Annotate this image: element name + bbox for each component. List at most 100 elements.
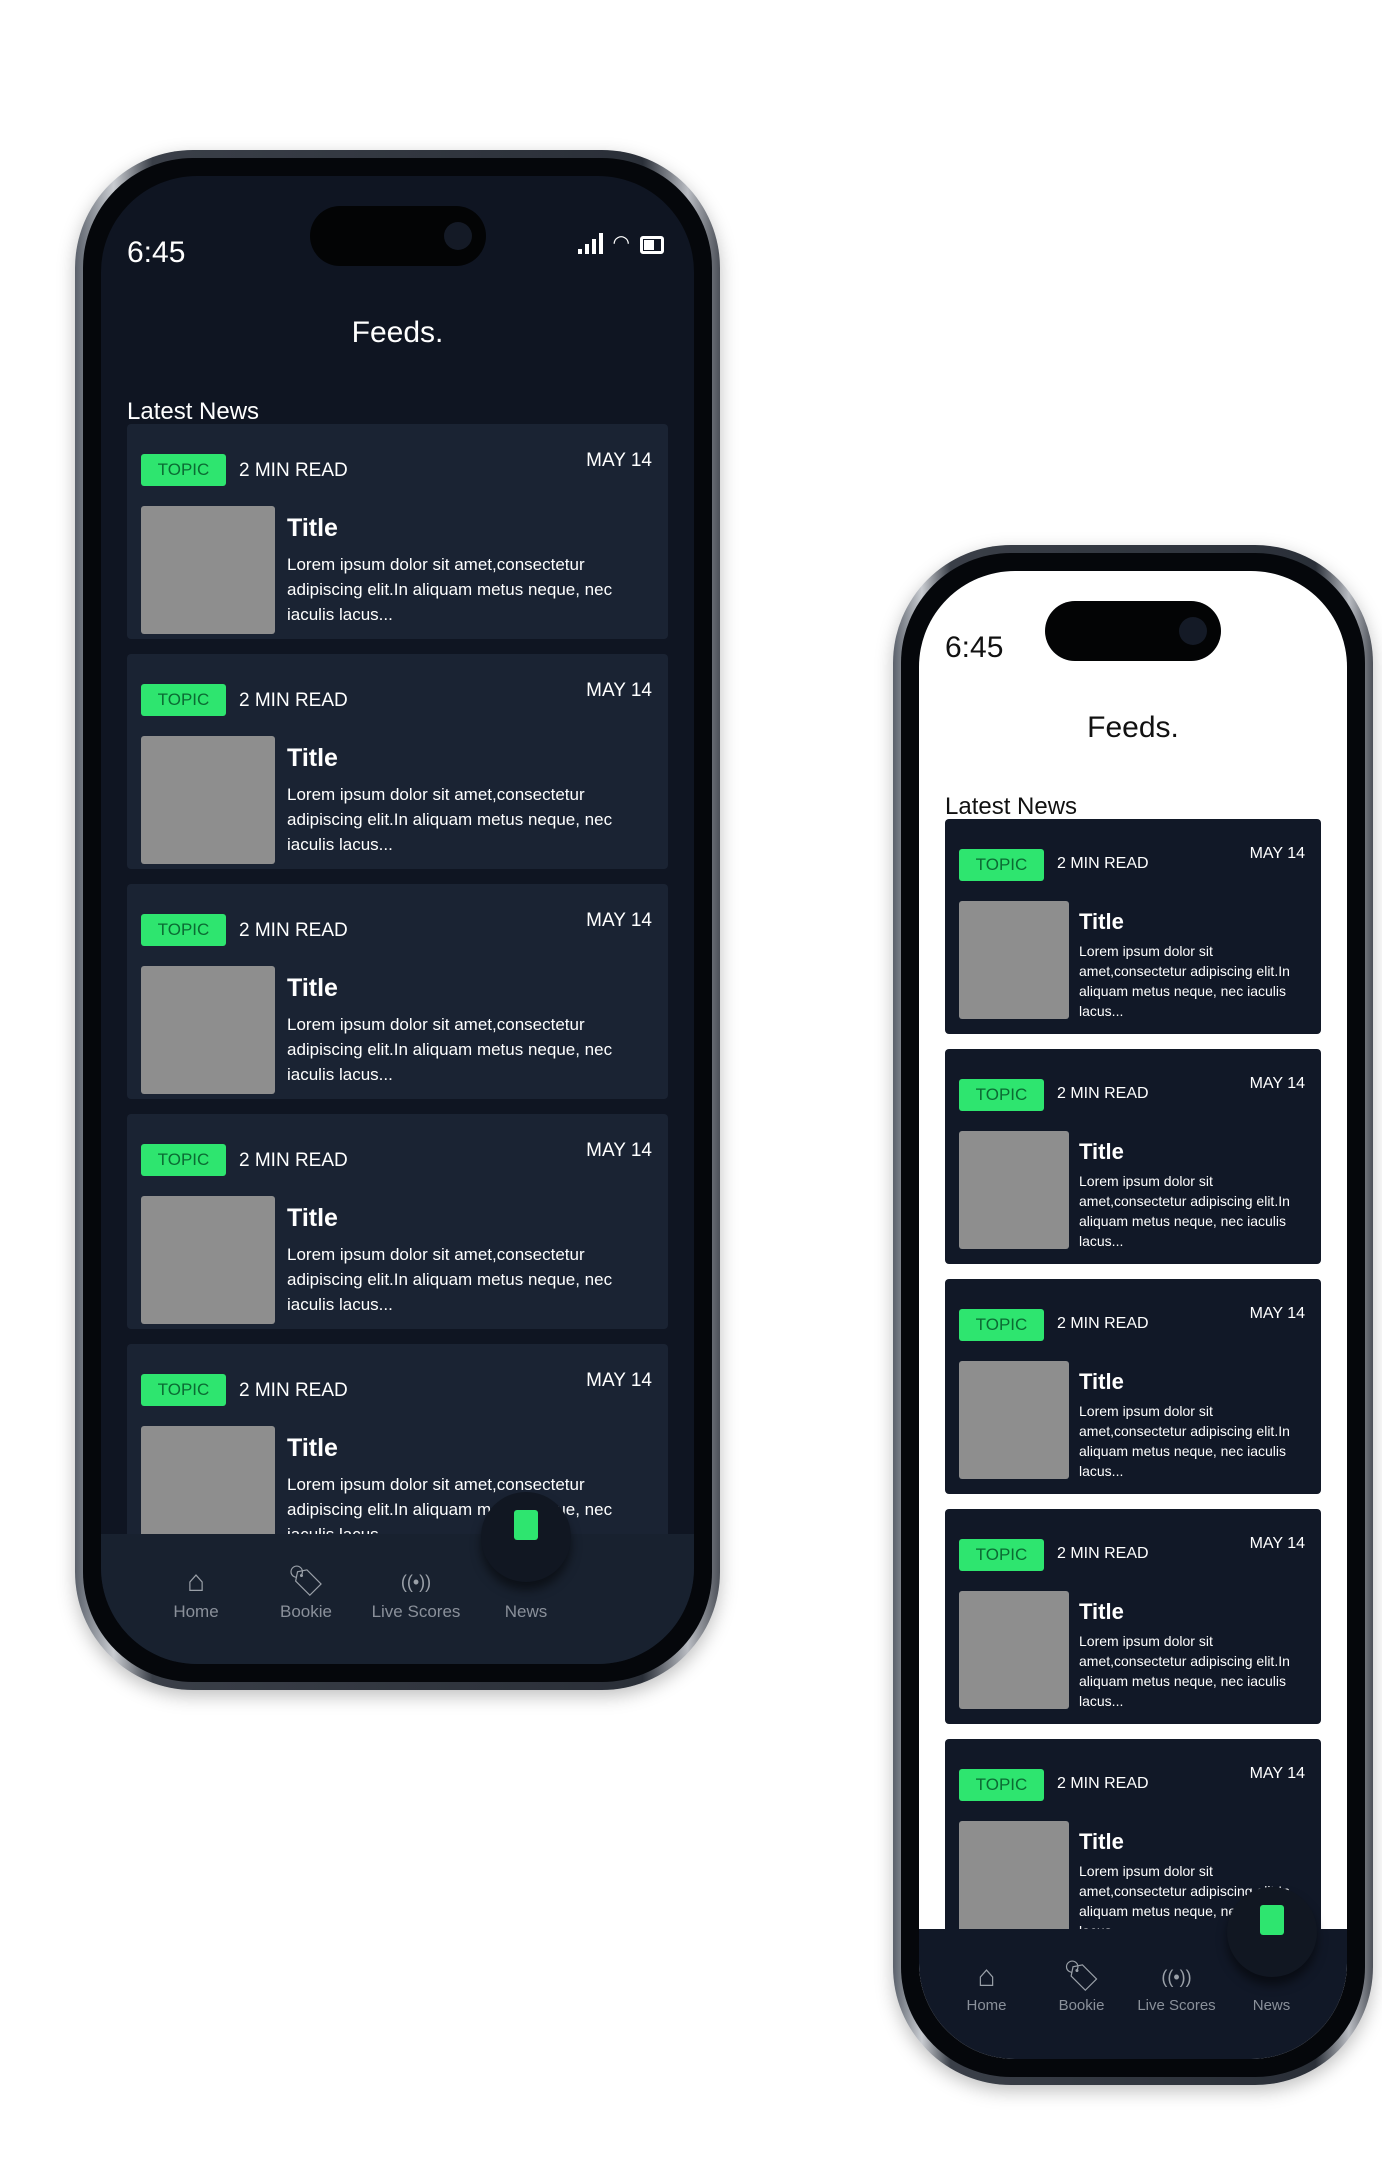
wifi-icon: ◠ [612, 232, 630, 254]
nav-item-news[interactable]: News [471, 1492, 581, 1664]
topic-badge: TOPIC [959, 1539, 1044, 1571]
card-title: Title [287, 744, 338, 772]
broadcast-icon: ((•)) [1161, 1967, 1192, 1987]
bezel: 6:45 Feeds. Latest News TOPIC 2 MIN READ… [901, 553, 1365, 2077]
date: MAY 14 [586, 680, 652, 701]
news-document-icon [1259, 1905, 1284, 1935]
bottom-nav: ⌂ Home 🏷 Bookie ((•)) Live Scores News [101, 1492, 694, 1664]
camera-icon [1179, 617, 1207, 645]
news-card[interactable]: TOPIC 2 MIN READ MAY 14 Title Lorem ipsu… [127, 884, 668, 1099]
date: MAY 14 [586, 1140, 652, 1161]
nav-item-bookie[interactable]: 🏷 Bookie [1034, 1929, 1129, 2059]
card-excerpt: Lorem ipsum dolor sit amet,consectetur a… [287, 785, 613, 854]
battery-icon [640, 236, 664, 254]
read-time: 2 MIN READ [1057, 1545, 1149, 1562]
thumbnail-image [959, 1821, 1069, 1939]
status-time: 6:45 [127, 236, 186, 269]
card-excerpt: Lorem ipsum dolor sit amet,consectetur a… [1079, 1633, 1290, 1709]
date: MAY 14 [1249, 1075, 1305, 1092]
thumbnail-image [959, 1591, 1069, 1709]
signal-icon [577, 232, 603, 254]
screen: 6:45 ◠ Feeds. Latest News TOPIC 2 MIN RE… [101, 176, 694, 1664]
read-time: 2 MIN READ [239, 690, 348, 711]
news-card[interactable]: TOPIC 2 MIN READ MAY 14 Title Lorem ipsu… [945, 1049, 1321, 1264]
broadcast-icon: ((•)) [400, 1572, 432, 1592]
nav-item-news[interactable]: News [1224, 1887, 1319, 2059]
card-excerpt: Lorem ipsum dolor sit amet,consectetur a… [287, 1015, 613, 1084]
read-time: 2 MIN READ [239, 1380, 348, 1401]
card-title: Title [1079, 1139, 1124, 1164]
news-card[interactable]: TOPIC 2 MIN READ MAY 14 Title Lorem ipsu… [127, 1114, 668, 1329]
nav-label: News [504, 1602, 548, 1621]
news-card[interactable]: TOPIC 2 MIN READ MAY 14 Title Lorem ipsu… [127, 424, 668, 639]
topic-badge: TOPIC [141, 914, 226, 946]
thumbnail-image [141, 966, 275, 1094]
status-icons: ◠ [577, 232, 664, 254]
camera-icon [443, 222, 472, 250]
phone-light: 6:45 Feeds. Latest News TOPIC 2 MIN READ… [893, 545, 1373, 2085]
dynamic-island [309, 206, 486, 266]
read-time: 2 MIN READ [239, 1150, 348, 1171]
news-document-icon [514, 1510, 538, 1540]
read-time: 2 MIN READ [1057, 855, 1149, 872]
read-time: 2 MIN READ [1057, 1085, 1149, 1102]
card-title: Title [1079, 1369, 1124, 1394]
thumbnail-image [959, 1361, 1069, 1479]
read-time: 2 MIN READ [239, 460, 348, 481]
page-title: Feeds. [1087, 711, 1179, 744]
nav-label: Bookie [1058, 1997, 1105, 2014]
nav-label: Live Scores [1137, 1997, 1216, 2014]
nav-label: Home [966, 1997, 1007, 2014]
card-title: Title [287, 1434, 338, 1462]
news-card[interactable]: TOPIC 2 MIN READ MAY 14 Title Lorem ipsu… [945, 819, 1321, 1034]
news-card[interactable]: TOPIC 2 MIN READ MAY 14 Title Lorem ipsu… [945, 1509, 1321, 1724]
news-fab[interactable] [481, 1492, 571, 1582]
tag-icon: 🏷 [1062, 1960, 1101, 1993]
news-fab[interactable] [1226, 1887, 1317, 1977]
topic-badge: TOPIC [959, 1769, 1044, 1801]
news-card[interactable]: TOPIC 2 MIN READ MAY 14 Title Lorem ipsu… [127, 1344, 668, 1559]
date: MAY 14 [586, 910, 652, 931]
nav-item-live-scores[interactable]: ((•)) Live Scores [361, 1534, 471, 1664]
card-title: Title [287, 514, 338, 542]
nav-item-live-scores[interactable]: ((•)) Live Scores [1129, 1929, 1224, 2059]
topic-badge: TOPIC [959, 1309, 1044, 1341]
card-title: Title [287, 1204, 338, 1232]
thumbnail-image [141, 736, 275, 864]
date: MAY 14 [586, 1370, 652, 1391]
news-list: TOPIC 2 MIN READ MAY 14 Title Lorem ipsu… [945, 819, 1321, 1969]
news-list: TOPIC 2 MIN READ MAY 14 Title Lorem ipsu… [127, 424, 668, 1574]
topic-badge: TOPIC [959, 1079, 1044, 1111]
topic-badge: TOPIC [141, 454, 226, 486]
nav-label: Live Scores [371, 1602, 461, 1621]
date: MAY 14 [1249, 845, 1305, 862]
home-icon: ⌂ [977, 1960, 996, 1993]
nav-label: Bookie [280, 1602, 332, 1621]
news-card[interactable]: TOPIC 2 MIN READ MAY 14 Title Lorem ipsu… [127, 654, 668, 869]
card-title: Title [1079, 909, 1124, 934]
card-excerpt: Lorem ipsum dolor sit amet,consectetur a… [287, 555, 613, 624]
date: MAY 14 [586, 450, 652, 471]
dynamic-island [1045, 601, 1221, 661]
card-title: Title [1079, 1599, 1124, 1624]
news-card[interactable]: TOPIC 2 MIN READ MAY 14 Title Lorem ipsu… [945, 1279, 1321, 1494]
card-excerpt: Lorem ipsum dolor sit amet,consectetur a… [287, 1245, 613, 1314]
nav-item-home[interactable]: ⌂ Home [141, 1534, 251, 1664]
tag-icon: 🏷 [286, 1565, 326, 1598]
nav-label: Home [173, 1602, 219, 1621]
nav-label: News [1252, 1997, 1291, 2014]
nav-item-home[interactable]: ⌂ Home [939, 1929, 1034, 2059]
section-title: Latest News [945, 793, 1078, 820]
topic-badge: TOPIC [141, 1374, 226, 1406]
read-time: 2 MIN READ [1057, 1775, 1149, 1792]
nav-item-bookie[interactable]: 🏷 Bookie [251, 1534, 361, 1664]
read-time: 2 MIN READ [1057, 1315, 1149, 1332]
card-title: Title [1079, 1829, 1124, 1854]
read-time: 2 MIN READ [239, 920, 348, 941]
bottom-nav: ⌂ Home 🏷 Bookie ((•)) Live Scores News [919, 1887, 1347, 2059]
topic-badge: TOPIC [959, 849, 1044, 881]
topic-badge: TOPIC [141, 1144, 226, 1176]
thumbnail-image [959, 901, 1069, 1019]
section-title: Latest News [127, 398, 260, 425]
card-excerpt: Lorem ipsum dolor sit amet,consectetur a… [1079, 1403, 1290, 1479]
